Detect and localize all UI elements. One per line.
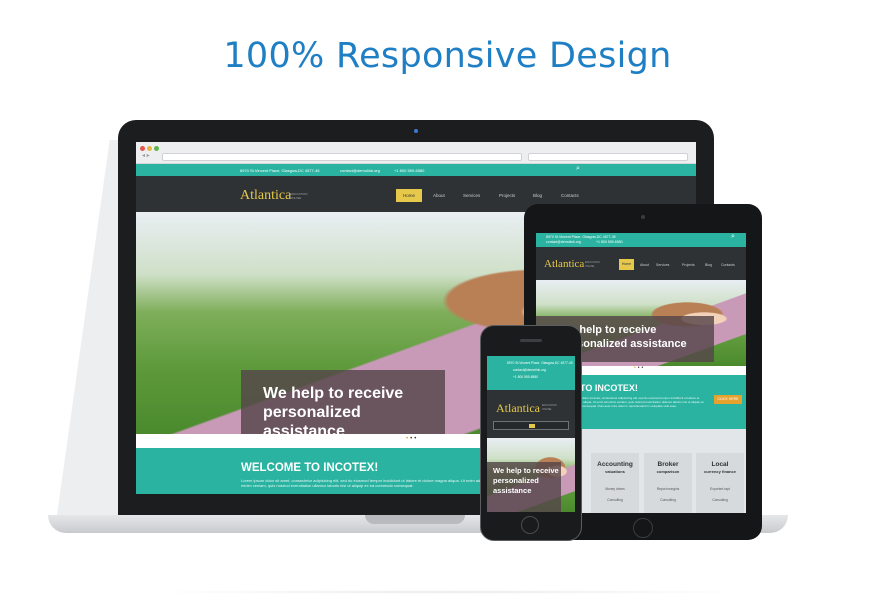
service-title: Accounting [597, 461, 633, 468]
browser-search-bar[interactable] [528, 153, 688, 161]
phone-screen: 8970 St.Vincent Place, Glasgow,DC 4577-4… [487, 356, 575, 512]
service-line: Consulting [660, 498, 676, 502]
phone-address-text: 8970 St.Vincent Place, Glasgow,DC 4577-4… [507, 361, 573, 365]
phone-logo[interactable]: Atlantica [496, 401, 540, 416]
minimize-dot-icon[interactable] [147, 146, 152, 151]
tablet-info-bar: 8970 St.Vincent Place, Glasgow,DC 4577-4… [536, 233, 746, 247]
tablet-camera [641, 215, 645, 219]
tablet-logo-tagline: EDUCATION ONLINE [585, 261, 600, 268]
page-headline: 100% Responsive Design [223, 36, 672, 76]
address-text: 8970 St.Vincent Place, Glasgow,DC 4577-4… [240, 168, 320, 173]
site-logo[interactable]: Atlantica [240, 188, 291, 204]
tablet-phone-text: +1 800 559-6580 [596, 240, 623, 244]
service-title: Broker [657, 461, 679, 468]
laptop-camera [414, 129, 418, 133]
close-dot-icon[interactable] [140, 146, 145, 151]
tablet-welcome-body: Lorem ipsum dolor sit amet, consectetur … [564, 396, 704, 408]
service-line: Consulting [712, 498, 728, 502]
service-card[interactable]: Local currency finance Exported rapt Cons… [696, 453, 744, 513]
nav-home[interactable]: Home [396, 189, 422, 202]
phone-text: +1 800 559-6580 [394, 168, 425, 173]
email-text[interactable]: contact@demolink.org [340, 168, 380, 173]
service-subtitle: valuations [605, 469, 625, 474]
phone-menu-toggle[interactable] [493, 421, 569, 430]
nav-contacts[interactable]: Contacts [561, 193, 579, 198]
tablet-nav-home[interactable]: Home [619, 259, 634, 270]
tablet-nav-services[interactable]: Services [656, 263, 669, 267]
tablet-search-icon[interactable]: ⌕ [731, 233, 735, 241]
phone-site-header: Atlantica EDUCATION ONLINE [487, 390, 575, 438]
tablet-site-header: Atlantica EDUCATION ONLINE Home About Se… [536, 247, 746, 280]
logo-tagline: EDUCATION ONLINE [290, 192, 308, 200]
service-line: Money drives [605, 487, 625, 491]
phone-phone-text: +1 800 559-6580 [513, 375, 539, 379]
service-subtitle: comparison [656, 469, 680, 474]
service-title: Local [711, 461, 729, 468]
tablet-nav-projects[interactable]: Projects [682, 263, 695, 267]
tablet-home-button[interactable] [633, 518, 653, 538]
search-icon[interactable]: ⌕ [576, 165, 580, 173]
nav-services[interactable]: Services [463, 193, 480, 198]
tablet-nav-contacts[interactable]: Contacts [721, 263, 735, 267]
nav-blog[interactable]: Blog [533, 193, 542, 198]
service-card[interactable]: Broker comparison Report margins Consulti… [644, 453, 692, 513]
slider-dots[interactable]: ••• [406, 436, 418, 442]
tablet-address-text: 8970 St.Vincent Place, Glasgow,DC 4577-4… [546, 235, 616, 239]
service-card[interactable]: Accounting valuations Money drives Consul… [591, 453, 639, 513]
phone-hero: We help to receive personalized assistan… [487, 438, 575, 512]
service-line: Report margins [656, 487, 680, 491]
service-subtitle: currency finance [703, 469, 736, 474]
tablet-nav-about[interactable]: About [640, 263, 649, 267]
nav-about[interactable]: About [433, 193, 445, 198]
hamburger-icon [529, 424, 535, 428]
service-line: Consulting [607, 498, 623, 502]
phone-hero-caption: We help to receive personalized assistan… [487, 462, 561, 512]
phone-speaker [520, 339, 542, 342]
maximize-dot-icon[interactable] [154, 146, 159, 151]
tablet-slider-dots[interactable]: ••• [634, 365, 645, 371]
nav-projects[interactable]: Projects [499, 193, 515, 198]
phone-email-text[interactable]: contact@demolink.org [513, 368, 546, 372]
hero-caption: We help to receive personalized assistan… [241, 370, 445, 434]
service-line: Exported rapt [710, 487, 730, 491]
tablet-nav-blog[interactable]: Blog [705, 263, 712, 267]
phone-home-button[interactable] [521, 516, 539, 534]
laptop-notch [365, 515, 465, 524]
welcome-title: WELCOME TO INCOTEX! [241, 462, 379, 474]
tablet-logo[interactable]: Atlantica [544, 258, 584, 270]
phone-info-bar: 8970 St.Vincent Place, Glasgow,DC 4577-4… [487, 356, 575, 390]
welcome-body: Lorem ipsum dolor sit amet, consectetur … [241, 478, 481, 488]
tablet-email-text[interactable]: contact@demolink.org [546, 240, 581, 244]
browser-toolbar: ◂ ▸ [136, 142, 696, 164]
phone-logo-tagline: EDUCATION ONLINE [542, 404, 557, 411]
back-forward-icon[interactable]: ◂ ▸ [142, 152, 150, 159]
address-bar[interactable] [162, 153, 522, 161]
floor-shadow [140, 590, 760, 594]
cta-button[interactable]: CLICK HERE [714, 395, 742, 404]
site-info-bar: 8970 St.Vincent Place, Glasgow,DC 4577-4… [136, 164, 696, 176]
